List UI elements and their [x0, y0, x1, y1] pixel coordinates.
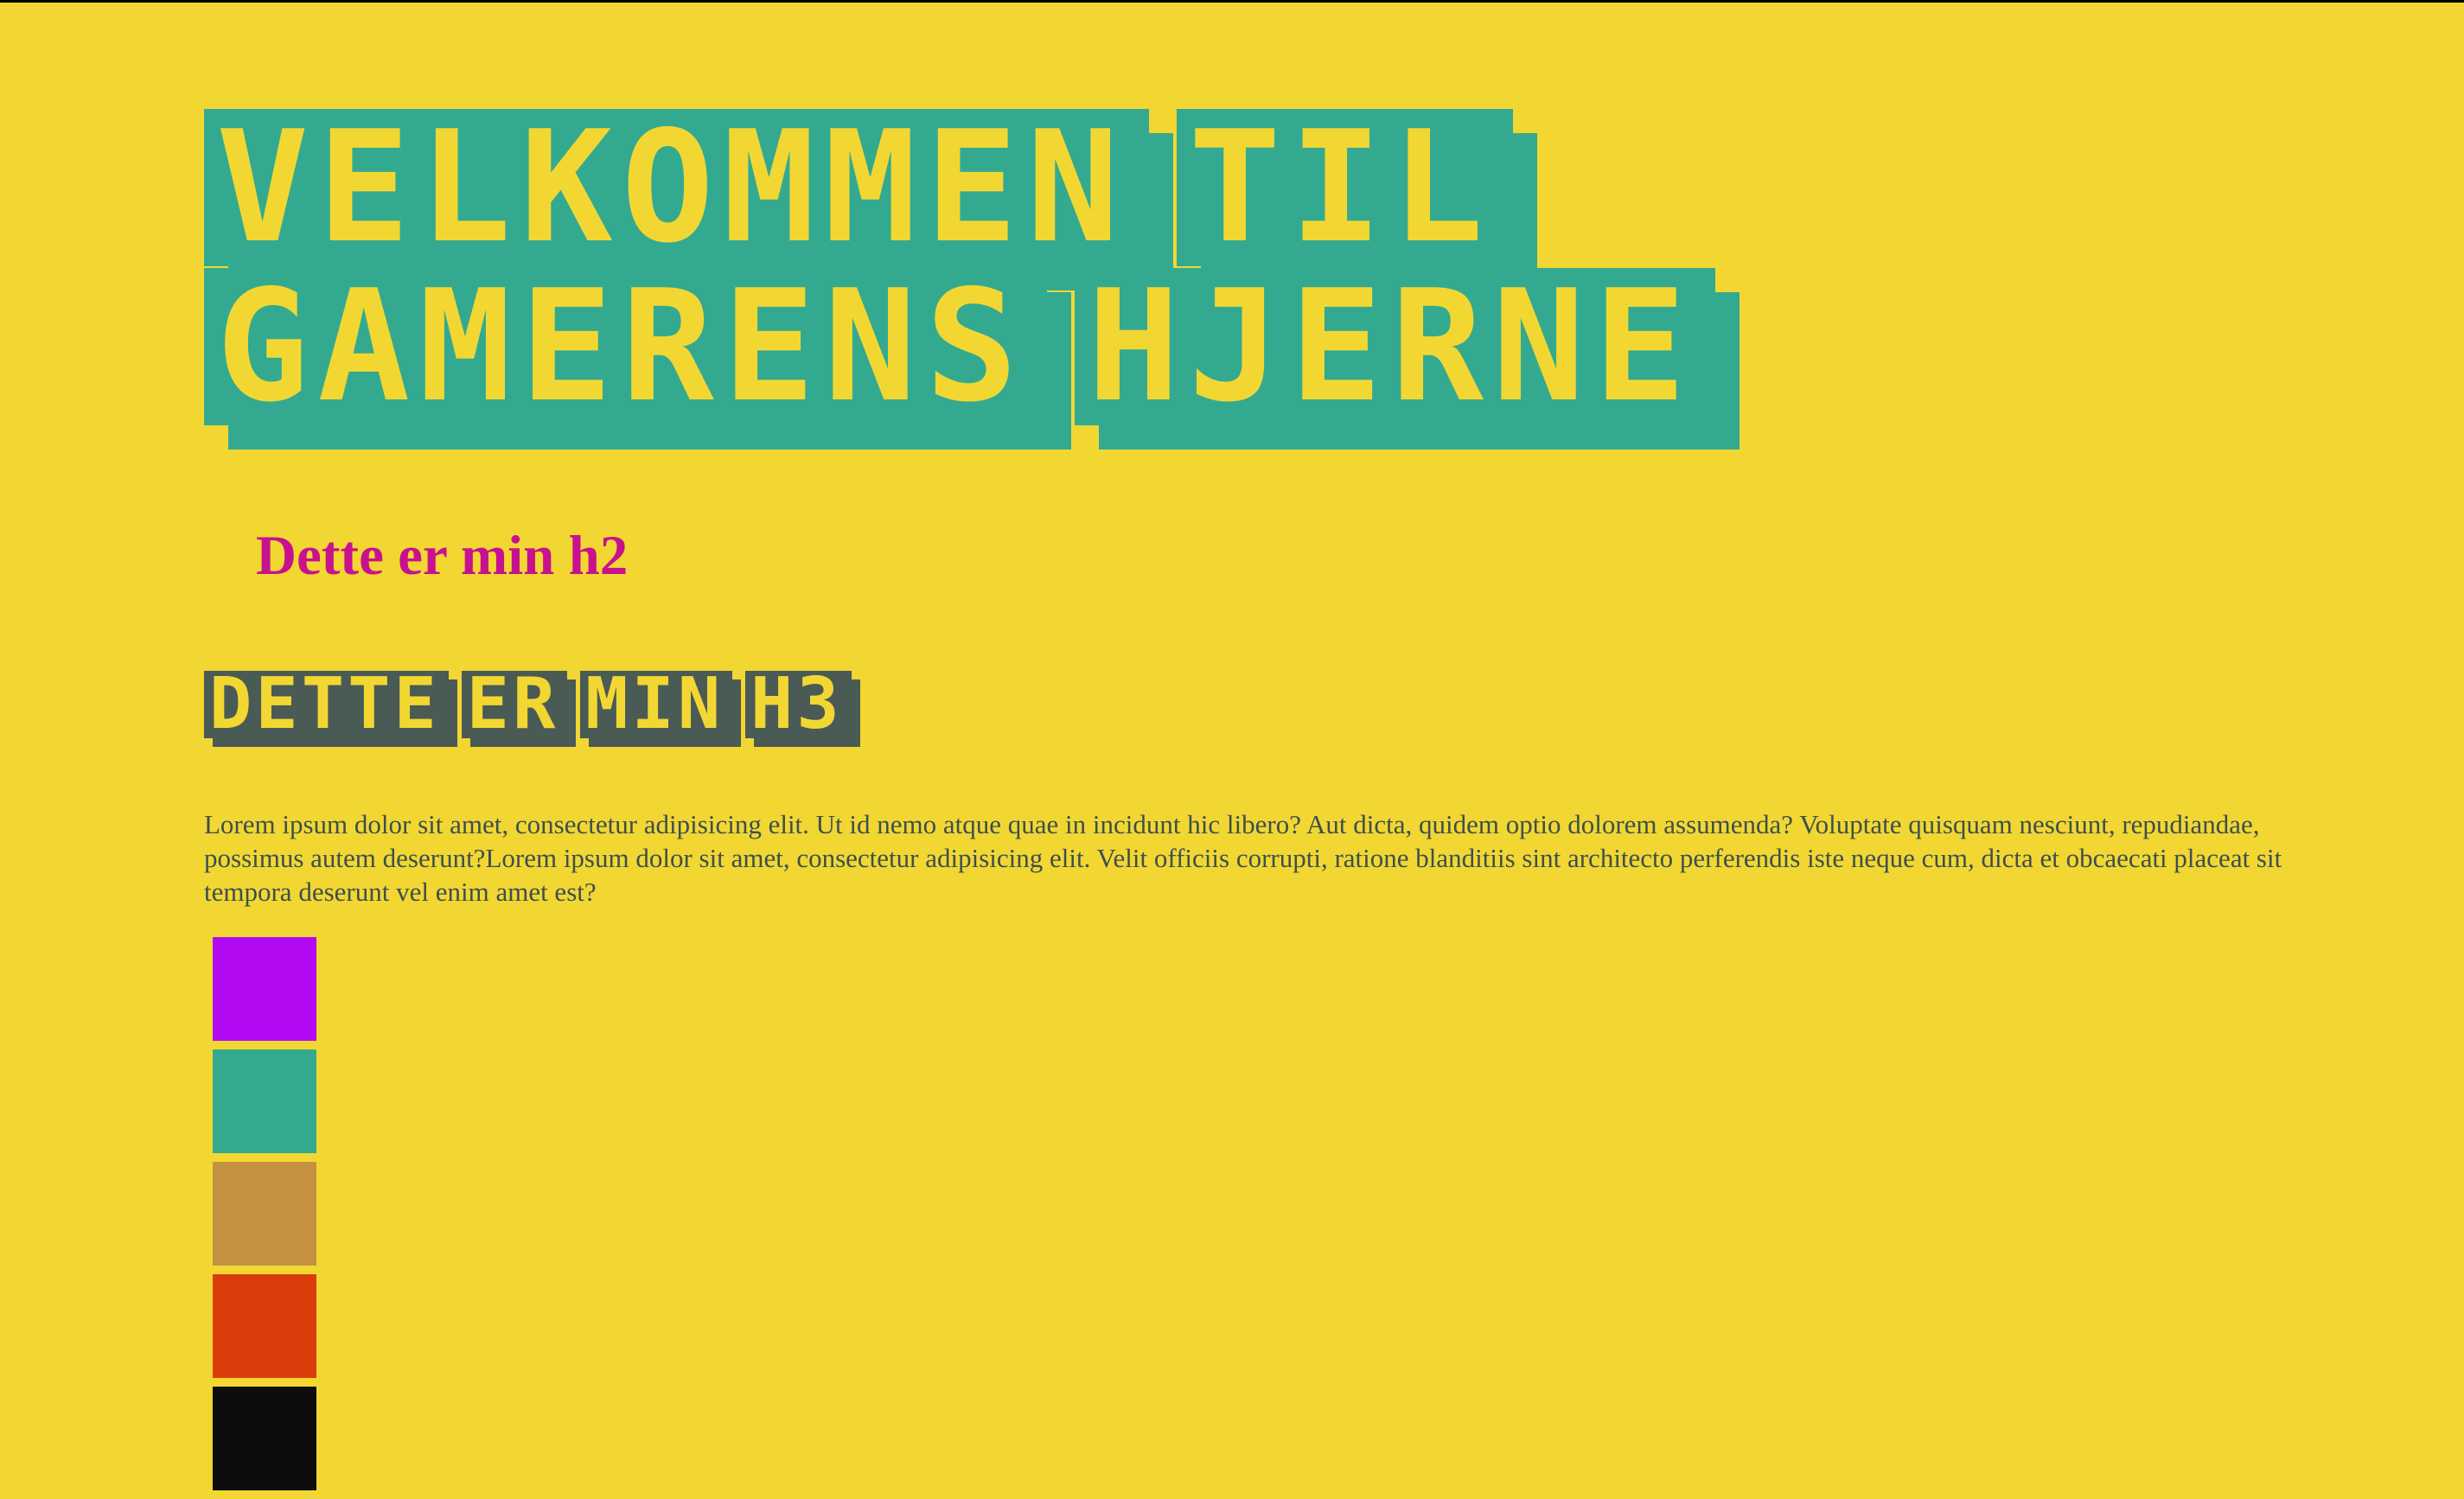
body-paragraph: Lorem ipsum dolor sit amet, consectetur … [204, 809, 2282, 907]
swatch-teal [213, 1049, 316, 1153]
h3-word: h3 [744, 669, 852, 740]
title-word: Velkommen [204, 109, 1149, 266]
color-swatch-list [213, 937, 316, 1499]
swatch-orange-red [213, 1274, 316, 1378]
h3-word: Dette [204, 669, 449, 740]
h3-word: er [461, 669, 568, 740]
h3-word: min [580, 669, 733, 740]
page-title: Velkommen til gamerens hjerne [204, 109, 2279, 427]
top-border [0, 0, 2464, 3]
subheading-h2: Dette er min h2 [256, 525, 629, 587]
title-word: gamerens [204, 268, 1048, 425]
title-word: til [1176, 109, 1514, 266]
swatch-black [213, 1387, 316, 1490]
subheading-h3: Dette er min h3 [204, 669, 852, 740]
swatch-ochre [213, 1162, 316, 1266]
swatch-purple [213, 937, 316, 1041]
title-word: hjerne [1075, 268, 1716, 425]
